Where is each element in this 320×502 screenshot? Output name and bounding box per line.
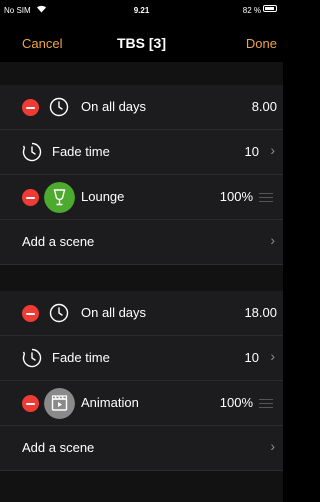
schedule-row[interactable]: On all days 8.00 — [0, 85, 283, 130]
schedule-label: On all days — [81, 99, 147, 114]
chevron-right-icon: › — [270, 438, 275, 454]
scene-level[interactable]: 100% — [220, 395, 253, 410]
fade-time-label: Fade time — [52, 350, 110, 365]
fade-time-value: 10 — [244, 144, 259, 159]
fade-time-row[interactable]: Fade time 10 › — [0, 130, 283, 175]
fade-time-icon — [22, 348, 42, 368]
schedule-row[interactable]: On all days 18.00 — [0, 291, 283, 336]
schedule-time[interactable]: 8.00 — [252, 99, 277, 114]
delete-icon[interactable] — [22, 99, 39, 116]
add-scene-label: Add a scene — [22, 440, 95, 455]
delete-icon[interactable] — [22, 305, 39, 322]
schedule-time[interactable]: 18.00 — [244, 305, 277, 320]
clock-time: 9.21 — [133, 6, 150, 15]
add-scene-row[interactable]: Add a scene › — [0, 426, 283, 471]
delete-icon[interactable] — [22, 189, 39, 206]
battery-percent: 82 % — [242, 6, 261, 15]
chevron-right-icon: › — [270, 232, 275, 248]
drag-handle-icon[interactable] — [259, 193, 273, 202]
wine-glass-icon — [44, 182, 75, 213]
add-scene-label: Add a scene — [22, 234, 95, 249]
scene-row[interactable]: Animation 100% — [0, 381, 283, 426]
done-button[interactable]: Done — [246, 36, 277, 51]
scene-name: Lounge — [81, 189, 125, 204]
add-scene-row[interactable]: Add a scene › — [0, 220, 283, 265]
section-gap — [0, 62, 283, 85]
status-bar: No SIM 9.21 82 % — [0, 0, 283, 22]
drag-handle-icon[interactable] — [259, 399, 273, 408]
section-gap — [0, 265, 283, 291]
film-clapper-icon — [44, 388, 75, 419]
fade-time-icon — [22, 142, 42, 162]
fade-time-value: 10 — [244, 350, 259, 365]
chevron-right-icon: › — [270, 348, 275, 364]
fade-time-label: Fade time — [52, 144, 110, 159]
scene-name: Animation — [81, 395, 139, 410]
scene-row[interactable]: Lounge 100% — [0, 175, 283, 220]
chevron-right-icon: › — [270, 142, 275, 158]
clock-icon — [49, 97, 69, 117]
navigation-bar: Cancel TBS [3] Done — [0, 22, 283, 62]
delete-icon[interactable] — [22, 395, 39, 412]
schedule-label: On all days — [81, 305, 147, 320]
battery-icon — [263, 5, 277, 12]
clock-icon — [49, 303, 69, 323]
fade-time-row[interactable]: Fade time 10 › — [0, 336, 283, 381]
scene-level[interactable]: 100% — [220, 189, 253, 204]
page-title: TBS [3] — [117, 35, 166, 51]
section-gap — [0, 471, 283, 502]
